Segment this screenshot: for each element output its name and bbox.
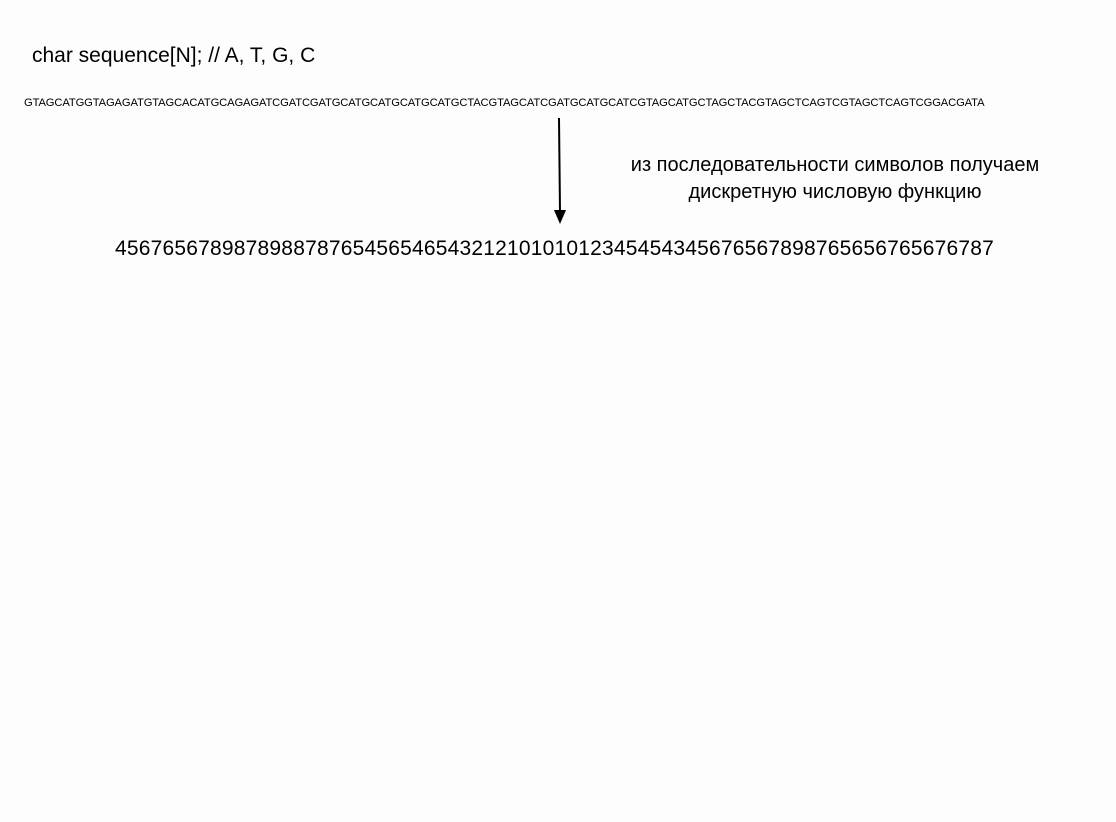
diagram-canvas: char sequence[N]; // A, T, G, C GTAGCATG…	[0, 0, 1116, 822]
code-declaration: char sequence[N]; // A, T, G, C	[32, 44, 316, 67]
dna-sequence: GTAGCATGGTAGAGATGTAGCACATGCAGAGATCGATCGA…	[24, 97, 985, 109]
conversion-caption: из последовательности символов получаем …	[610, 152, 1060, 206]
down-arrow-icon	[554, 118, 566, 224]
caption-line-2: дискретную числовую функцию	[688, 181, 982, 203]
caption-line-1: из последовательности символов получаем	[630, 154, 1040, 176]
numeric-function: 4567656789878988787654565465432121010101…	[115, 237, 995, 260]
